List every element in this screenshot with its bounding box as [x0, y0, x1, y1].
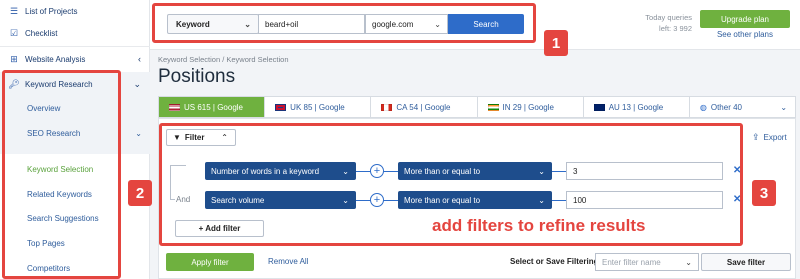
queries-count: left: 3 992	[659, 24, 692, 33]
tab-in[interactable]: IN 29 | Google	[478, 97, 584, 117]
country-tabs: US 615 | Google UK 85 | Google CA 54 | G…	[158, 96, 796, 118]
tab-label: AU 13 | Google	[608, 102, 664, 112]
tab-uk[interactable]: UK 85 | Google	[265, 97, 372, 117]
sidebar-item-label: Website Analysis	[25, 54, 86, 64]
chevron-down-icon: ⌄	[135, 129, 142, 138]
apply-filter-button[interactable]: Apply filter	[166, 253, 254, 271]
annotation-marker-2: 2	[128, 180, 152, 206]
checklist-icon: ☑	[9, 27, 19, 38]
chevron-left-icon: ‹	[138, 54, 141, 64]
sidebar-item-label: List of Projects	[25, 6, 78, 16]
us-flag-icon	[169, 103, 180, 111]
queries-left: Today queries left: 3 992	[620, 12, 692, 34]
divider	[0, 46, 150, 47]
au-flag-icon	[593, 103, 605, 111]
tab-ca[interactable]: CA 54 | Google	[371, 97, 478, 117]
tab-other[interactable]: ◍ Other 40 ⌄	[690, 97, 795, 117]
tab-label: IN 29 | Google	[502, 102, 554, 112]
sitemap-icon: ⊞	[10, 53, 18, 64]
in-flag-icon	[487, 103, 499, 111]
save-filter-button[interactable]: Save filter	[701, 253, 791, 271]
tab-us[interactable]: US 615 | Google	[159, 97, 266, 117]
export-label: Export	[763, 133, 787, 142]
uk-flag-icon	[275, 103, 287, 111]
annotation-box-1	[152, 3, 536, 43]
tab-label: CA 54 | Google	[396, 102, 451, 112]
sidebar-item-list-of-projects[interactable]: ☰ List of Projects	[0, 0, 150, 22]
annotation-box-2	[2, 70, 121, 279]
tab-label: US 615 | Google	[184, 102, 244, 112]
filter-name-placeholder: Enter filter name	[602, 257, 661, 267]
export-button[interactable]: ⇪ Export	[752, 132, 787, 143]
page-title: Positions	[158, 66, 236, 87]
annotation-marker-3: 3	[752, 180, 776, 206]
chevron-down-icon: ⌄	[133, 78, 141, 89]
tab-label: Other 40	[710, 102, 742, 112]
filter-name-input[interactable]: Enter filter name ⌄	[595, 253, 699, 271]
see-other-plans-link[interactable]: See other plans	[700, 30, 790, 39]
chevron-down-icon: ⌄	[685, 257, 692, 267]
ca-flag-icon	[381, 103, 393, 111]
tab-label: UK 85 | Google	[290, 102, 345, 112]
queries-label: Today queries	[645, 13, 692, 22]
globe-icon: ◍	[699, 102, 707, 112]
export-icon: ⇪	[752, 132, 760, 142]
breadcrumb: Keyword Selection / Keyword Selection	[158, 55, 289, 64]
upgrade-plan-button[interactable]: Upgrade plan	[700, 10, 790, 28]
chevron-down-icon: ⌄	[780, 102, 788, 112]
select-save-label: Select or Save Filtering:	[510, 257, 602, 266]
sidebar-item-website-analysis[interactable]: ⊞ Website Analysis ‹	[0, 48, 150, 70]
sidebar-item-checklist[interactable]: ☑ Checklist	[0, 22, 150, 44]
list-icon: ☰	[9, 5, 19, 16]
annotation-marker-1: 1	[544, 30, 568, 56]
annotation-box-3	[159, 123, 743, 246]
tab-au[interactable]: AU 13 | Google	[584, 97, 690, 117]
sidebar-item-label: Checklist	[25, 28, 58, 38]
remove-all-link[interactable]: Remove All	[268, 257, 308, 266]
